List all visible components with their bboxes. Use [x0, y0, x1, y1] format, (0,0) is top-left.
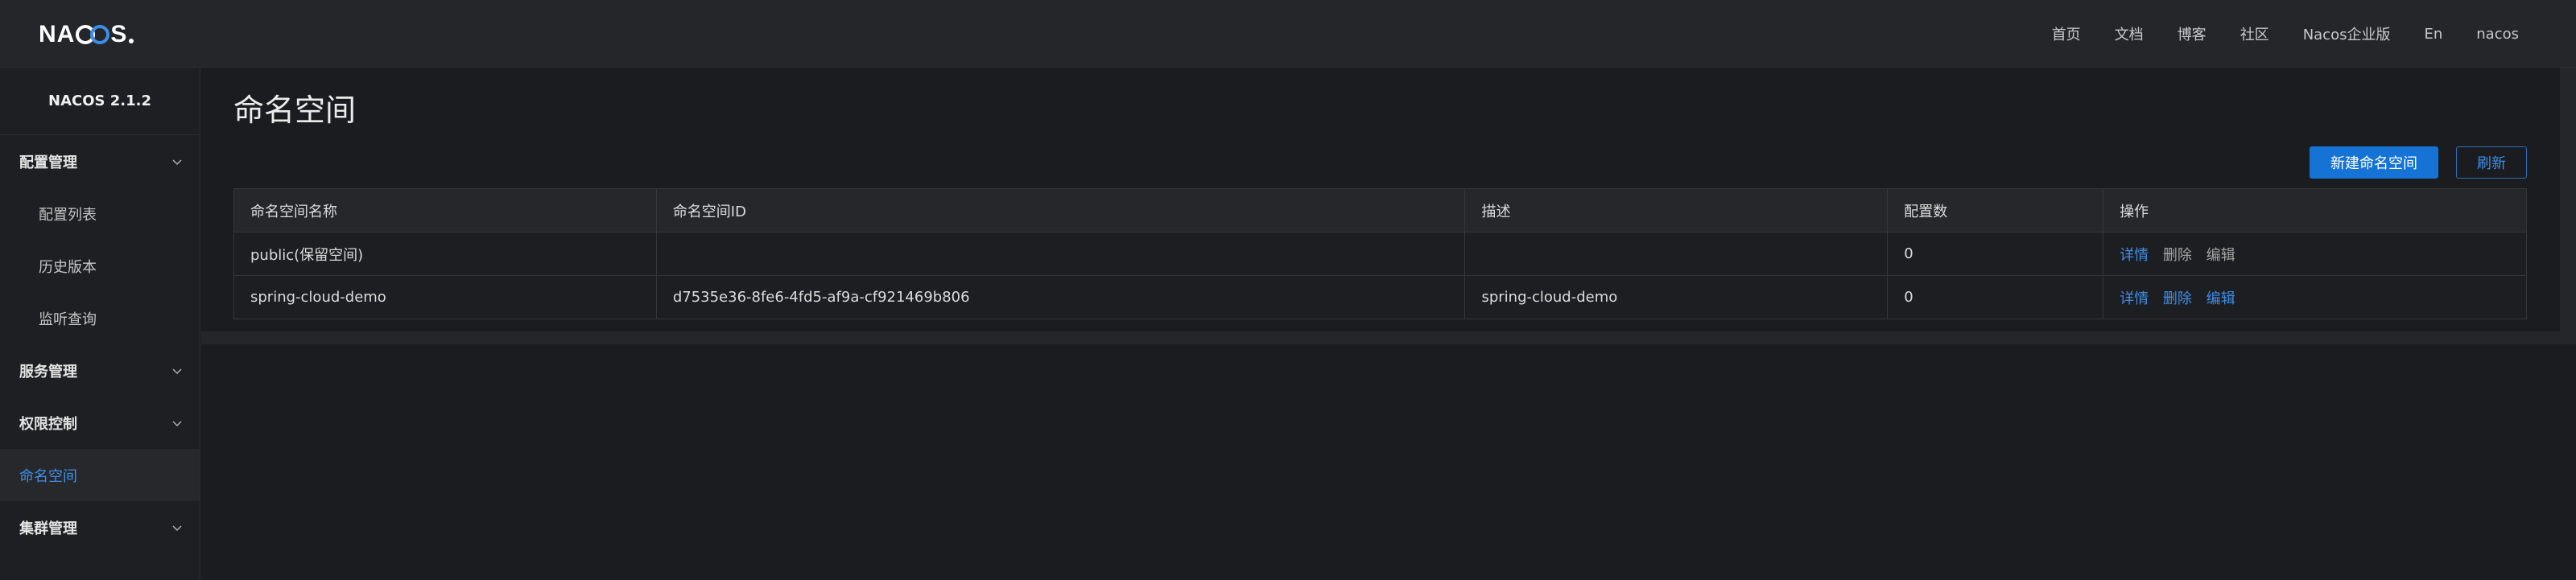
cell-id: d7535e36-8fe6-4fd5-af9a-cf921469b806: [655, 275, 1466, 319]
nav-blog[interactable]: 博客: [2161, 23, 2223, 44]
cell-description: spring-cloud-demo: [1464, 275, 1889, 319]
sidebar-item-config-management[interactable]: 配置管理: [0, 135, 200, 187]
edit-link[interactable]: 编辑: [2207, 290, 2235, 307]
details-link[interactable]: 详情: [2120, 290, 2149, 307]
sidebar-item-config-list[interactable]: 配置列表: [0, 187, 200, 240]
delete-link[interactable]: 删除: [2163, 290, 2192, 307]
col-header-operations: 操作: [2103, 188, 2527, 232]
create-namespace-button[interactable]: 新建命名空间: [2310, 146, 2438, 179]
nav-enterprise[interactable]: Nacos企业版: [2286, 23, 2408, 44]
vertical-scrollbar[interactable]: [2560, 68, 2576, 344]
col-header-description: 描述: [1464, 188, 1889, 232]
sidebar: NACOS 2.1.2 配置管理 配置列表 历史版本 监听查询 服务管理 权限控…: [0, 68, 200, 580]
cell-description: [1464, 232, 1889, 276]
chevron-down-icon: [172, 157, 182, 167]
edit-link: 编辑: [2206, 246, 2235, 264]
sidebar-item-label: 监听查询: [39, 311, 97, 328]
nav-community[interactable]: 社区: [2223, 23, 2286, 44]
page-title: 命名空间: [233, 93, 357, 128]
sidebar-item-namespace[interactable]: 命名空间: [0, 449, 200, 501]
sidebar-item-label: 配置列表: [39, 206, 97, 224]
top-nav: 首页 文档 博客 社区 Nacos企业版 En nacos: [2035, 0, 2536, 68]
col-header-config-count: 配置数: [1887, 188, 2104, 232]
logo-dot-icon: [129, 39, 134, 43]
nav-user[interactable]: nacos: [2459, 26, 2536, 43]
sidebar-item-service-management[interactable]: 服务管理: [0, 344, 200, 397]
logo-text: NA: [39, 21, 76, 47]
sidebar-item-access-control[interactable]: 权限控制: [0, 397, 200, 449]
nav-language[interactable]: En: [2407, 26, 2459, 43]
nacos-logo[interactable]: NA S: [39, 21, 134, 48]
cell-name: spring-cloud-demo: [233, 275, 657, 319]
details-link[interactable]: 详情: [2120, 247, 2149, 264]
nav-docs[interactable]: 文档: [2098, 23, 2161, 44]
sidebar-item-label: 集群管理: [19, 520, 77, 537]
col-header-id: 命名空间ID: [655, 188, 1466, 232]
table-header-row: 命名空间名称 命名空间ID 描述 配置数 操作: [233, 188, 2527, 232]
chevron-down-icon: [172, 366, 182, 376]
cell-name: public(保留空间): [233, 232, 657, 276]
cell-config-count: 0: [1887, 232, 2104, 276]
version-label: NACOS 2.1.2: [0, 68, 200, 135]
main-content: 命名空间 新建命名空间 刷新 命名空间名称 命名空间ID 描述 配置数 操作 p…: [201, 68, 2560, 580]
sidebar-item-label: 服务管理: [19, 363, 77, 380]
table-row: spring-cloud-demo d7535e36-8fe6-4fd5-af9…: [233, 275, 2527, 319]
delete-link: 删除: [2162, 246, 2192, 264]
table-row: public(保留空间) 0 详情 删除 编辑: [233, 232, 2527, 276]
cell-id: [655, 232, 1466, 276]
cell-config-count: 0: [1887, 275, 2104, 319]
sidebar-item-listener-query[interactable]: 监听查询: [0, 292, 200, 344]
top-header: NA S 首页 文档 博客 社区 Nacos企业版 En nacos: [0, 0, 2576, 68]
sidebar-item-label: 权限控制: [19, 415, 77, 433]
chevron-down-icon: [172, 418, 182, 428]
logo-rings-icon: [76, 25, 110, 44]
col-header-name: 命名空间名称: [233, 188, 657, 232]
cell-operations: 详情 删除 编辑: [2103, 232, 2527, 276]
sidebar-item-cluster-management[interactable]: 集群管理: [0, 501, 200, 553]
logo-text-s: S: [110, 21, 128, 47]
chevron-down-icon: [172, 523, 182, 533]
sidebar-item-label: 配置管理: [19, 154, 77, 171]
nav-home[interactable]: 首页: [2035, 23, 2098, 44]
horizontal-scrollbar[interactable]: [201, 331, 2560, 344]
sidebar-item-history[interactable]: 历史版本: [0, 240, 200, 292]
cell-operations: 详情 删除 编辑: [2103, 275, 2527, 319]
sidebar-item-label: 历史版本: [39, 258, 97, 276]
refresh-button[interactable]: 刷新: [2456, 146, 2527, 179]
namespace-table: 命名空间名称 命名空间ID 描述 配置数 操作 public(保留空间) 0 详…: [233, 188, 2527, 319]
sidebar-item-label: 命名空间: [19, 467, 77, 485]
